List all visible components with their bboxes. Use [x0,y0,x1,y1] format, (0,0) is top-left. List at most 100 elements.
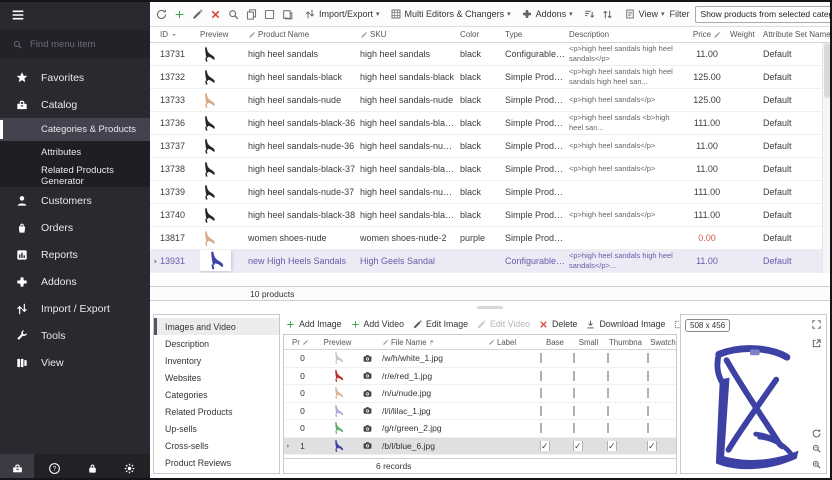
thumbnail-checkbox[interactable] [607,353,609,363]
checkbox-base[interactable] [540,423,573,433]
resize-rule-badge[interactable]: 508 x 456 [685,319,730,332]
checkbox-base[interactable] [540,388,573,398]
checkbox-swatch[interactable] [647,388,682,398]
download-image-button[interactable]: Download Image [585,319,665,330]
checkbox-swatch[interactable] [647,371,682,381]
image-row[interactable]: 0/l/i/lilac_1.jpg [284,403,676,421]
checkbox-thumbnail[interactable] [607,388,647,398]
column-header-swatch[interactable]: Swatch [647,338,682,347]
small-checkbox[interactable] [573,388,575,398]
hamburger-menu-icon[interactable] [10,7,26,23]
small-checkbox[interactable] [573,423,575,433]
filter-dropdown[interactable]: Show products from selected categories▾ [695,6,832,23]
swatch-checkbox[interactable] [647,406,649,416]
column-header-color[interactable]: Color [460,30,505,39]
table-row[interactable]: 13733high heel sandals-nudehigh heel san… [150,89,830,112]
checkbox-base[interactable] [540,406,573,416]
panel-splitter[interactable] [150,301,830,313]
column-header-sku[interactable]: SKU [360,30,460,39]
column-header-type[interactable]: Type [505,30,569,39]
zoom-in-icon[interactable] [811,459,822,470]
checkbox-small[interactable] [573,353,607,363]
checkbox-base[interactable]: ✓ [540,441,573,451]
column-header-price[interactable]: Price [687,30,730,39]
checkbox-thumbnail[interactable]: ✓ [607,441,647,451]
edit-product-button[interactable] [191,8,204,21]
product-image-large[interactable] [689,329,807,480]
delete-product-button[interactable] [209,8,222,21]
edit-image-button[interactable]: Edit Image [412,319,468,330]
column-header-pr[interactable]: Pr [292,338,316,347]
sidebar-item-customers[interactable]: Customers [0,187,150,214]
menu-addons[interactable]: Addons▾ [521,8,573,20]
splitter-handle[interactable] [477,306,503,309]
image-row[interactable]: 0/w/h/white_1.jpg [284,350,676,368]
column-header-weight[interactable]: Weight [730,30,763,39]
tab-websites[interactable]: Websites [154,369,279,386]
checkbox-thumbnail[interactable] [607,423,647,433]
image-row[interactable]: 0/r/e/red_1.jpg [284,368,676,386]
checkbox-swatch[interactable] [647,406,682,416]
vertical-scrollbar[interactable] [822,43,830,273]
menu-import-export[interactable]: Import/Export▾ [304,8,380,20]
sidebar-item-addons[interactable]: Addons [0,268,150,295]
checkbox-base[interactable] [540,371,573,381]
fullscreen-icon[interactable] [811,319,822,330]
table-row[interactable]: 13817women shoes-nudewomen shoes-nude-2p… [150,227,830,250]
checkbox-swatch[interactable] [647,423,682,433]
table-row[interactable]: 13732high heel sandals-blackhigh heel sa… [150,66,830,89]
base-checkbox[interactable] [540,406,542,416]
checkbox-thumbnail[interactable] [607,353,647,363]
sidebar-item-attributes[interactable]: Attributes [0,141,150,164]
tab-inventory[interactable]: Inventory [154,352,279,369]
sidebar-item-catalog[interactable]: Catalog [0,91,150,118]
sidebar-item-categories-products[interactable]: Categories & Products [0,118,150,141]
tab-categories[interactable]: Categories [154,386,279,403]
swatch-checkbox[interactable] [647,371,649,381]
small-checkbox[interactable] [573,406,575,416]
image-row[interactable]: 0/g/r/green_2.jpg [284,420,676,438]
checkbox-small[interactable] [573,388,607,398]
table-row[interactable]: 13738high heel sandals-black-37high heel… [150,158,830,181]
column-header-product-name[interactable]: Product Name [248,30,360,39]
open-external-icon[interactable] [811,338,822,349]
tab-up-sells[interactable]: Up-sells [154,420,279,437]
tab-related-products[interactable]: Related Products [154,403,279,420]
checkbox-small[interactable]: ✓ [573,441,607,451]
rotate-icon[interactable] [811,428,822,439]
checkbox-base[interactable] [540,353,573,363]
lock-button[interactable] [75,454,109,480]
column-header-id[interactable]: ID [160,30,200,39]
small-checkbox[interactable] [573,371,575,381]
menu-view[interactable]: View▾ [624,8,665,20]
swatch-checkbox[interactable] [647,388,649,398]
duplicate-button[interactable] [281,8,294,21]
swap-button[interactable] [601,8,614,21]
base-checkbox[interactable] [540,353,542,363]
menu-search-input[interactable]: Find menu item [0,30,150,58]
column-header-small[interactable]: Small [573,338,607,347]
refresh-button[interactable] [155,8,168,21]
search-button[interactable] [227,8,240,21]
base-checkbox[interactable] [540,388,542,398]
thumbnail-checkbox[interactable] [607,371,609,381]
menu-multi-editors-changers[interactable]: Multi Editors & Changers▾ [390,8,511,20]
small-checkbox[interactable]: ✓ [573,441,583,451]
sidebar-item-view[interactable]: View [0,349,150,376]
checkbox-thumbnail[interactable] [607,406,647,416]
column-header-base[interactable]: Base [540,338,573,347]
add-image-button[interactable]: Add Image [285,319,342,330]
archive-button[interactable] [0,454,34,480]
checkbox-swatch[interactable]: ✓ [647,441,682,451]
column-header-preview[interactable]: Preview [200,30,248,39]
table-row[interactable]: 13931new High Heels SandalsHigh Geels Sa… [150,250,830,273]
table-row[interactable]: 13736high heel sandals-black-36high heel… [150,112,830,135]
scrollbar-thumb[interactable] [824,43,830,98]
checkbox-thumbnail[interactable] [607,371,647,381]
image-row[interactable]: 0/n/u/nude.jpg [284,385,676,403]
help-button[interactable]: ? [38,454,72,480]
sidebar-item-reports[interactable]: Reports [0,241,150,268]
image-row[interactable]: 1/b/l/blue_6.jpg✓✓✓✓ [284,438,676,456]
thumbnail-checkbox[interactable] [607,423,609,433]
checkbox-swatch[interactable] [647,353,682,363]
